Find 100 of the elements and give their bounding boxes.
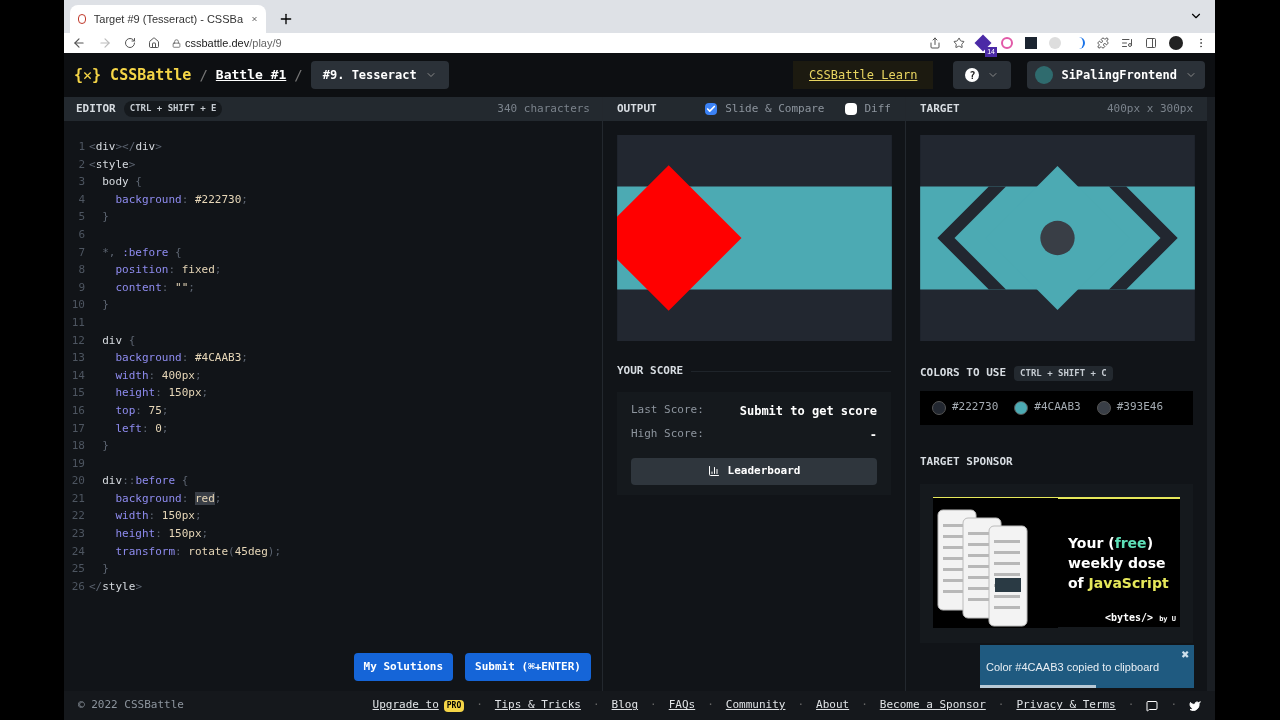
footer-link[interactable]: Community — [725, 697, 786, 714]
footer-link[interactable]: About — [816, 697, 850, 714]
footer-link[interactable]: Tips & Tricks — [494, 697, 581, 714]
footer-link[interactable]: Become a Sponsor — [879, 697, 986, 714]
character-count: 340 characters — [497, 100, 590, 117]
footer-link[interactable]: FAQs — [668, 697, 696, 714]
line-number: 10 — [70, 297, 86, 314]
side-panel-icon[interactable] — [1145, 37, 1157, 49]
score-value: - — [869, 426, 877, 444]
target-select[interactable]: #9. Tesseract — [310, 61, 449, 89]
color-swatch[interactable] — [1014, 400, 1029, 415]
browser-tab[interactable]: Target #9 (Tesseract) - CSSBa — [70, 5, 266, 33]
code-line: </style> — [89, 578, 142, 595]
code-line: } — [101, 438, 109, 455]
checkbox[interactable] — [844, 103, 857, 115]
line-number: 17 — [70, 420, 86, 437]
line-number: 11 — [70, 314, 86, 331]
separator: · — [650, 697, 657, 714]
submit-button[interactable]: Submit (⌘+ENTER) — [465, 653, 591, 681]
back-icon[interactable] — [72, 36, 86, 50]
line-number: 1 — [77, 139, 86, 155]
avatar-icon[interactable] — [1169, 36, 1183, 50]
code-line: } — [101, 561, 109, 578]
home-icon[interactable] — [148, 37, 160, 49]
toast-message: Color #4CAAB3 copied to clipboard — [986, 660, 1160, 675]
code-line: position: fixed; — [114, 262, 222, 279]
share-icon[interactable] — [929, 37, 941, 49]
separator: · — [797, 697, 805, 714]
separator: · — [997, 697, 1005, 714]
score-label: High Score: — [631, 426, 704, 443]
score-value: Submit to get score — [739, 402, 877, 420]
line-number: 19 — [70, 455, 86, 472]
separator: · — [707, 697, 714, 714]
line-number: 15 — [70, 385, 86, 402]
panel-title: OUTPUT — [617, 100, 657, 117]
code-line: top: 75; — [114, 402, 169, 419]
checkbox-label: Diff — [864, 100, 891, 117]
section-title: TARGET SPONSOR — [920, 454, 1013, 468]
user-menu[interactable]: SiPalingFrontend — [1027, 61, 1205, 89]
code-line: content: ""; — [114, 279, 195, 296]
color-swatch[interactable] — [932, 400, 946, 415]
leaderboard-button[interactable]: Leaderboard — [631, 457, 877, 485]
help-button[interactable]: ? — [953, 61, 1012, 89]
color-code[interactable]: #393E46 — [1116, 399, 1164, 416]
section-title: COLORS TO USE — [920, 365, 1007, 381]
line-number: 24 — [70, 543, 86, 560]
reload-icon[interactable] — [124, 37, 136, 49]
footer-link[interactable]: Blog — [611, 697, 639, 714]
line-number: 9 — [77, 279, 86, 296]
bird-icon[interactable] — [1189, 699, 1201, 712]
lock-icon — [172, 38, 181, 48]
copyright: © 2022 CSSBattle — [78, 697, 184, 714]
code-line: width: 400px; — [114, 367, 202, 384]
close-button[interactable]: ✖ — [1181, 647, 1189, 662]
checkbox[interactable] — [705, 103, 718, 115]
breadcrumb-separator: / — [199, 66, 208, 85]
footer-link[interactable]: Privacy & Terms — [1016, 697, 1116, 714]
ad-headline: Your (free) weekly dose of JavaScript — [1068, 533, 1170, 593]
code-line: left: 0; — [114, 420, 169, 437]
score-label: Last Score: — [631, 402, 704, 419]
panel-title: EDITOR — [76, 100, 116, 117]
new-tab-icon[interactable] — [278, 11, 294, 27]
separator: · — [592, 697, 600, 714]
scrollbar[interactable] — [1207, 97, 1215, 691]
line-number: 3 — [77, 174, 86, 191]
line-number: 26 — [70, 578, 86, 595]
line-number: 20 — [70, 473, 86, 490]
line-number: 4 — [77, 191, 86, 208]
separator: · — [1170, 697, 1177, 714]
breadcrumb-link[interactable]: Battle #1 — [215, 65, 287, 85]
code-line: <style> — [89, 156, 136, 173]
line-number: 8 — [77, 262, 86, 279]
code-line: <div></div> — [89, 139, 162, 155]
code-line: height: 150px; — [114, 526, 209, 543]
shortcut-badge: CTRL + SHIFT + C — [1014, 365, 1113, 381]
upgrade-link[interactable]: Upgrade to — [372, 697, 439, 714]
checkbox-label: Slide & Compare — [725, 100, 825, 117]
panel-title: TARGET — [920, 100, 960, 117]
code-line: background: red; — [114, 490, 222, 507]
logo[interactable]: {✕} CSSBattle — [74, 63, 192, 87]
line-number: 23 — [70, 526, 86, 543]
code-line: div::before { — [101, 473, 189, 490]
solutions-button[interactable]: My Solutions — [353, 653, 454, 681]
learn-link[interactable]: CSSBattle Learn — [793, 61, 934, 89]
color-swatch[interactable] — [1096, 400, 1111, 415]
line-number: 21 — [70, 490, 86, 507]
url-text: cssbattle.dev/play/9 — [185, 35, 282, 51]
color-code[interactable]: #222730 — [952, 399, 999, 416]
media-icon[interactable] — [1121, 37, 1133, 49]
color-code[interactable]: #4CAAB3 — [1034, 399, 1081, 416]
chat-icon[interactable] — [1146, 699, 1159, 712]
section-title: YOUR SCORE — [617, 363, 684, 379]
line-number: 5 — [77, 209, 86, 226]
line-number: 6 — [77, 226, 86, 243]
line-number: 14 — [70, 367, 86, 384]
star-icon[interactable] — [953, 37, 965, 49]
bar-chart-icon — [707, 465, 720, 477]
code-line: background: #222730; — [114, 191, 248, 208]
puzzle-icon[interactable] — [1097, 37, 1109, 49]
separator: · — [1127, 697, 1135, 714]
